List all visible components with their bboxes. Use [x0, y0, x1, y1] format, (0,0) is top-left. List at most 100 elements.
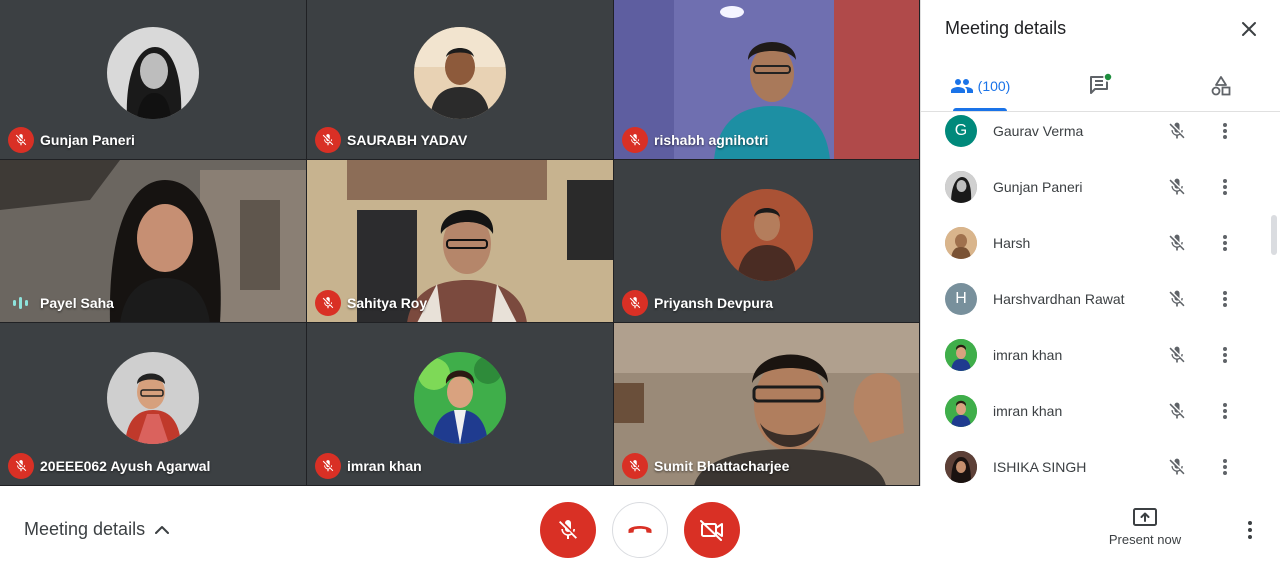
participant-list-avatar — [945, 171, 977, 203]
more-vert-icon[interactable] — [1213, 175, 1237, 199]
participant-name: Priyansh Devpura — [654, 295, 774, 311]
more-vert-icon[interactable] — [1213, 231, 1237, 255]
participant-list-name: Harshvardhan Rawat — [993, 291, 1125, 307]
video-grid: Gunjan Paneri SAURABH YADAV rishabh agni… — [0, 0, 920, 486]
participant-list-avatar: G — [945, 115, 977, 147]
participant-list-name: Harsh — [993, 235, 1031, 251]
participant-list-item[interactable]: imran khan — [921, 383, 1271, 439]
participant-list-item[interactable]: imran khan — [921, 327, 1271, 383]
participant-list-name: imran khan — [993, 403, 1063, 419]
mic-off-icon — [622, 453, 648, 479]
participant-avatar — [414, 27, 506, 120]
name-bar: Gunjan Paneri — [8, 127, 135, 153]
participant-name: 20EEE062 Ayush Agarwal — [40, 458, 211, 474]
mic-off-icon — [559, 520, 577, 539]
participant-avatar — [414, 351, 506, 444]
participant-tile[interactable]: 20EEE062 Ayush Agarwal — [0, 323, 307, 486]
participant-list-name: Gaurav Verma — [993, 123, 1084, 139]
bottom-toolbar: Meeting details Present now — [0, 486, 1280, 569]
more-vert-icon[interactable] — [1213, 287, 1237, 311]
call-end-icon — [628, 526, 652, 533]
participant-avatar — [720, 188, 813, 281]
mic-off-icon — [8, 453, 34, 479]
avatar-initial: G — [954, 122, 968, 139]
close-icon — [1242, 22, 1256, 36]
people-count: (100) — [977, 78, 1011, 94]
mic-off-icon — [622, 290, 648, 316]
participant-name: Payel Saha — [40, 295, 114, 311]
people-icon — [950, 79, 973, 93]
participant-list-name: Gunjan Paneri — [993, 179, 1083, 195]
activities-shapes-icon — [1211, 76, 1231, 96]
chat-icon — [1090, 73, 1113, 94]
participant-tile[interactable]: imran khan — [307, 323, 614, 486]
participant-tile[interactable]: rishabh agnihotri — [614, 0, 920, 160]
more-vert-icon[interactable] — [1213, 455, 1237, 479]
toggle-camera-button[interactable] — [684, 502, 740, 558]
mic-off-icon — [1165, 119, 1189, 143]
active-tab-indicator — [953, 108, 1007, 111]
present-to-all-icon — [1133, 508, 1157, 526]
close-panel-button[interactable] — [1236, 16, 1262, 42]
tab-chat[interactable] — [1081, 60, 1121, 112]
participant-list-item[interactable]: Harsh — [921, 215, 1271, 271]
more-options-button[interactable] — [1238, 518, 1262, 542]
participant-tile[interactable]: Payel Saha — [0, 160, 307, 323]
participant-name: Gunjan Paneri — [40, 132, 135, 148]
participant-list-avatar — [945, 227, 977, 259]
people-list-scrollbar[interactable] — [1271, 215, 1277, 255]
panel-title: Meeting details — [945, 18, 1067, 38]
people-list: G Gaurav Verma Gunjan Paneri Harsh H Har… — [921, 112, 1280, 486]
meeting-details-toggle[interactable]: Meeting details — [24, 519, 170, 540]
more-vert-icon[interactable] — [1213, 119, 1237, 143]
participant-list-avatar — [945, 339, 977, 371]
participant-name: imran khan — [347, 458, 422, 474]
mic-off-icon — [315, 127, 341, 153]
avatar-initial: H — [955, 290, 967, 307]
mic-off-icon — [315, 453, 341, 479]
participant-list-item[interactable]: H Harshvardhan Rawat — [921, 271, 1271, 327]
participant-tile[interactable]: SAURABH YADAV — [307, 0, 614, 160]
name-bar: Payel Saha — [8, 290, 114, 316]
participant-list-avatar — [945, 395, 977, 427]
name-bar: Sumit Bhattacharjee — [622, 453, 789, 479]
present-now-label: Present now — [1108, 532, 1182, 547]
name-bar: imran khan — [315, 453, 422, 479]
mic-off-icon — [1165, 231, 1189, 255]
participant-name: rishabh agnihotri — [654, 132, 769, 148]
mic-off-icon — [8, 127, 34, 153]
name-bar: Priyansh Devpura — [622, 290, 773, 316]
participant-list-item[interactable]: ISHIKA SINGH — [921, 439, 1271, 486]
participant-list-name: ISHIKA SINGH — [993, 459, 1087, 475]
participant-list-item[interactable]: G Gaurav Verma — [921, 112, 1271, 159]
toggle-microphone-button[interactable] — [540, 502, 596, 558]
participant-name: Sumit Bhattacharjee — [654, 458, 790, 474]
more-vert-icon[interactable] — [1213, 399, 1237, 423]
more-vert-icon[interactable] — [1213, 343, 1237, 367]
mic-off-icon — [1165, 399, 1189, 423]
mic-off-icon — [1165, 343, 1189, 367]
mic-off-icon — [1165, 175, 1189, 199]
tab-people[interactable]: (100) — [945, 60, 1015, 112]
participant-avatar — [107, 351, 199, 444]
participant-tile[interactable]: Sahitya Roy — [307, 160, 614, 323]
mic-off-icon — [1165, 287, 1189, 311]
name-bar: SAURABH YADAV — [315, 127, 467, 153]
chevron-up-icon — [155, 525, 170, 534]
participant-name: Sahitya Roy — [347, 295, 428, 311]
participant-list-name: imran khan — [993, 347, 1063, 363]
leave-call-button[interactable] — [612, 502, 668, 558]
participant-tile[interactable]: Gunjan Paneri — [0, 0, 307, 160]
tab-activities[interactable] — [1201, 60, 1241, 112]
present-now-button[interactable]: Present now — [1100, 506, 1190, 547]
participant-list-item[interactable]: Gunjan Paneri — [921, 159, 1271, 215]
meeting-details-panel: Meeting details (100) G Gaurav Verma Gun… — [920, 0, 1280, 486]
panel-tabs: (100) — [921, 60, 1280, 112]
participant-tile[interactable]: Priyansh Devpura — [614, 160, 920, 323]
mic-off-icon — [1165, 455, 1189, 479]
meet-app: Gunjan Paneri SAURABH YADAV rishabh agni… — [0, 0, 1280, 569]
participant-tile[interactable]: Sumit Bhattacharjee — [614, 323, 920, 486]
meeting-details-label: Meeting details — [24, 519, 146, 539]
name-bar: rishabh agnihotri — [622, 127, 768, 153]
participant-name: SAURABH YADAV — [347, 132, 468, 148]
